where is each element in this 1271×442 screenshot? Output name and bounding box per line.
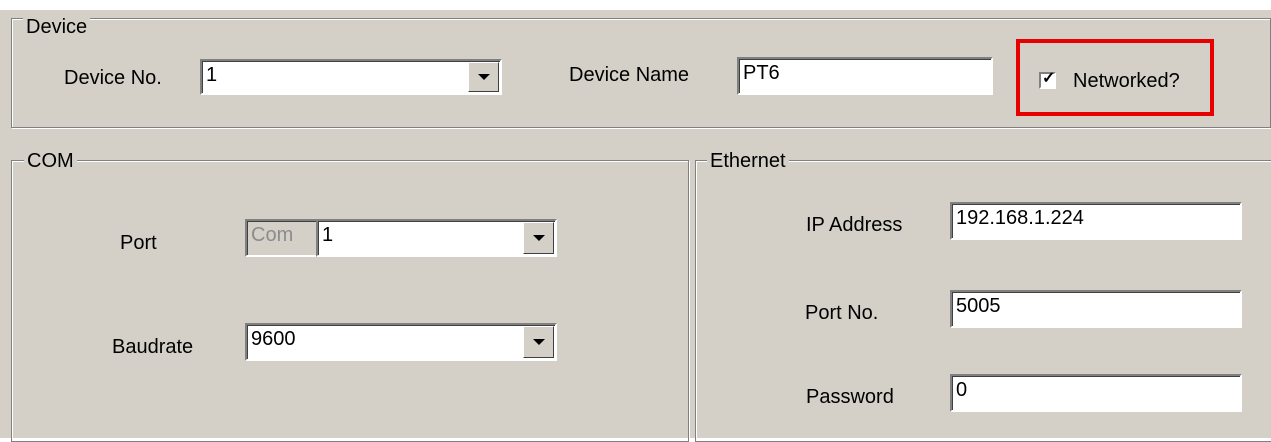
port-no-input[interactable]: 5005 <box>950 290 1242 328</box>
baudrate-label: Baudrate <box>112 336 194 358</box>
com-prefix-text: Com <box>251 224 294 246</box>
ethernet-group-legend: Ethernet <box>707 150 789 172</box>
device-group-legend: Device <box>23 16 91 38</box>
baudrate-dropdown-button[interactable] <box>523 326 554 358</box>
chevron-down-icon <box>477 74 490 80</box>
com-port-value: 1 <box>322 224 334 246</box>
top-divider <box>0 8 1271 10</box>
networked-checkbox[interactable]: ✓ <box>1039 70 1056 89</box>
baudrate-value: 9600 <box>251 328 296 350</box>
device-no-label: Device No. <box>64 67 162 89</box>
ip-address-input[interactable]: 192.168.1.224 <box>950 202 1242 240</box>
networked-label[interactable]: Networked? <box>1073 69 1180 93</box>
password-label: Password <box>806 386 894 408</box>
com-port-select[interactable]: 1 <box>316 219 557 257</box>
com-group <box>11 160 689 442</box>
ip-address-label: IP Address <box>806 214 903 236</box>
chevron-down-icon <box>532 339 545 345</box>
chevron-down-icon <box>532 235 545 241</box>
device-no-select[interactable]: 1 <box>200 59 502 95</box>
device-no-dropdown-button[interactable] <box>468 62 499 92</box>
port-no-label: Port No. <box>805 302 879 324</box>
com-port-prefix: Com <box>245 219 320 257</box>
password-input[interactable]: 0 <box>950 374 1242 412</box>
com-port-dropdown-button[interactable] <box>523 222 554 254</box>
device-name-input[interactable]: PT6 <box>737 57 993 95</box>
device-no-value: 1 <box>206 64 218 86</box>
com-group-legend: COM <box>24 150 77 172</box>
device-name-label: Device Name <box>569 64 690 86</box>
baudrate-select[interactable]: 9600 <box>245 323 557 361</box>
com-port-label: Port <box>120 232 157 254</box>
checkmark-icon: ✓ <box>1042 70 1056 87</box>
